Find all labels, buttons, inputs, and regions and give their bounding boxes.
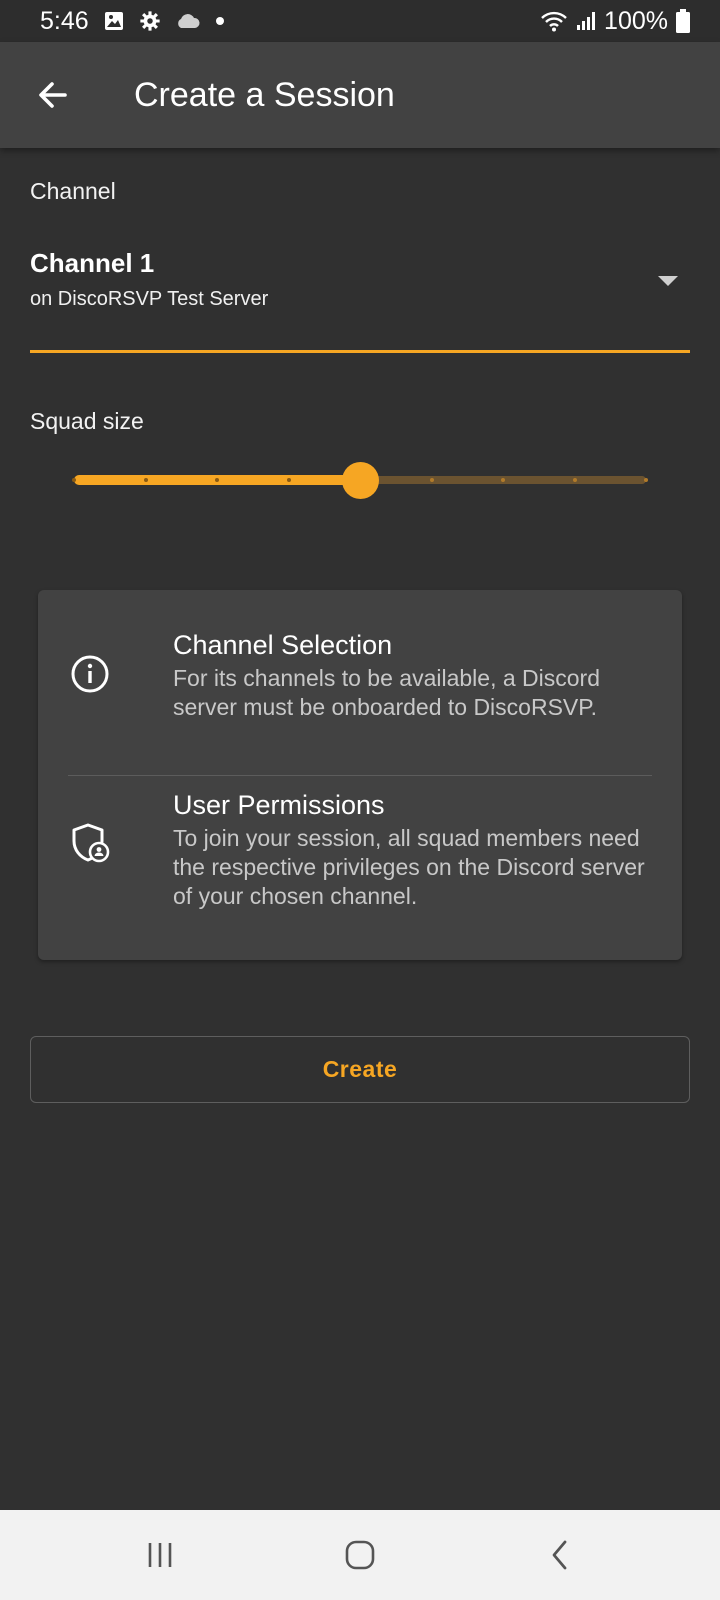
battery-icon bbox=[676, 9, 690, 33]
squad-size-label: Squad size bbox=[30, 408, 144, 434]
squad-size-slider[interactable] bbox=[72, 458, 648, 502]
shield-user-icon bbox=[70, 822, 112, 869]
status-time: 5:46 bbox=[40, 6, 89, 35]
dropdown-underline bbox=[30, 350, 690, 353]
back-button[interactable] bbox=[20, 62, 86, 128]
cloud-icon bbox=[175, 12, 201, 30]
selected-channel-server: on DiscoRSVP Test Server bbox=[30, 288, 269, 310]
recent-apps-button[interactable] bbox=[120, 1525, 200, 1585]
battery-percent: 100% bbox=[604, 6, 668, 35]
page-title: Create a Session bbox=[134, 75, 395, 114]
slider-tick bbox=[501, 478, 505, 482]
slider-tick bbox=[215, 478, 219, 482]
info-divider bbox=[68, 775, 652, 776]
info-icon bbox=[70, 654, 110, 699]
slider-thumb[interactable] bbox=[341, 462, 379, 499]
dot-icon bbox=[215, 16, 225, 26]
info-title: User Permissions bbox=[173, 790, 385, 820]
slider-tick bbox=[72, 478, 76, 482]
system-nav-bar bbox=[0, 1510, 720, 1600]
arrow-back-icon bbox=[39, 82, 67, 108]
home-button[interactable] bbox=[320, 1525, 400, 1585]
slider-tick bbox=[286, 478, 291, 482]
selected-channel-name: Channel 1 bbox=[30, 248, 155, 278]
slider-tick bbox=[429, 478, 434, 482]
wifi-icon bbox=[540, 10, 568, 32]
info-body: To join your session, all squad members … bbox=[173, 825, 645, 909]
back-icon bbox=[552, 1540, 567, 1570]
status-bar: 5:46 100% bbox=[0, 0, 720, 42]
info-card: Channel Selection For its channels to be… bbox=[38, 590, 682, 960]
info-body: For its channels to be available, a Disc… bbox=[173, 665, 600, 720]
app-bar: Create a Session bbox=[0, 42, 720, 148]
info-title: Channel Selection bbox=[173, 630, 393, 660]
slider-tick bbox=[572, 478, 577, 482]
slider-tick bbox=[644, 478, 648, 482]
home-icon bbox=[345, 1540, 375, 1570]
back-nav-button[interactable] bbox=[520, 1525, 600, 1585]
recent-apps-icon bbox=[148, 1543, 172, 1567]
image-icon bbox=[103, 10, 125, 32]
channel-label: Channel bbox=[30, 178, 116, 204]
create-button[interactable]: Create bbox=[30, 1036, 690, 1103]
dropdown-arrow-icon bbox=[658, 276, 678, 286]
channel-dropdown[interactable]: Channel 1 on DiscoRSVP Test Server bbox=[30, 232, 690, 353]
signal-icon bbox=[576, 11, 596, 31]
slider-tick bbox=[143, 478, 148, 482]
settings-icon bbox=[139, 10, 161, 32]
